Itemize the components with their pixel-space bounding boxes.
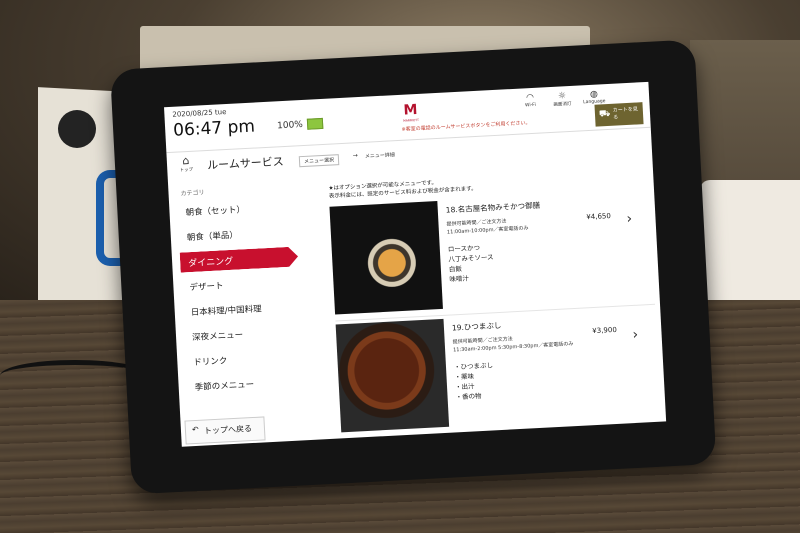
cart-label: カートを見る [612,106,638,121]
content-line: 味噌汁 [449,274,470,284]
category-drinks[interactable]: ドリンク [193,354,227,368]
category-seasonal[interactable]: 季節のメニュー [194,378,254,393]
menu-item-contents: ロースかつ 八丁みそソース 白飯 味噌汁 [448,242,495,284]
tablet-screen: 2020/08/25 tue 06:47 pm 100% M MARRIOTT … [164,81,667,447]
battery-icon [306,117,324,130]
back-to-top-button[interactable]: ↶ トップへ戻る [184,416,266,445]
view-cart-button[interactable]: ⛟ カートを見る [594,102,644,127]
screen-off-label: 画面消灯 [553,101,572,108]
chevron-right-icon: › [632,326,639,344]
menu-item-name: 18.名古屋名物みそかつ御膳 [445,200,541,215]
breadcrumb-menu-detail: メニュー詳細 [364,152,396,160]
menu-item-name: 19.ひつまぶし [451,320,502,333]
home-button[interactable]: ⌂ トップ [175,154,198,179]
home-icon: ⌂ [182,153,190,168]
category-dining[interactable]: ダイニング [180,246,299,272]
menu-item-price: ¥3,900 [592,325,618,336]
back-to-top-label: トップへ戻る [203,424,253,436]
language-button[interactable]: ◍ Language [580,89,609,106]
wifi-label: Wi-Fi [524,102,536,109]
breadcrumb-arrow-icon: → [352,152,359,160]
menu-item-hitsumabushi[interactable]: 19.ひつまぶし 提供可能時間／ご注文方法 11:30am-2:00pm 5:3… [335,304,661,439]
home-label: トップ [179,167,194,174]
brand-logo-name: MARRIOTT [403,117,419,123]
menu-item-misokatsu[interactable]: 18.名古屋名物みそかつ御膳 提供可能時間／ご注文方法 11:00am-10:0… [329,185,656,322]
top-header: 2020/08/25 tue 06:47 pm 100% M MARRIOTT … [164,81,651,154]
brightness-icon: ☼ [557,91,567,102]
chevron-right-icon: › [626,210,633,228]
wifi-button[interactable]: ◠ Wi-Fi [516,92,545,108]
brand-logo-mark: M [403,101,418,119]
date-label: 2020/08/25 tue [172,107,227,119]
menu-item-price: ¥4,650 [586,211,612,222]
category-late-night[interactable]: 深夜メニュー [192,328,243,343]
clock-time: 06:47 pm [172,116,256,141]
hitsumabushi-photo [335,318,450,433]
misokatsu-photo [329,201,443,315]
category-japanese-chinese[interactable]: 日本料理/中国料理 [190,302,262,318]
category-dessert[interactable]: デザート [189,279,223,293]
menu-item-contents: ・ひつまぶし ・薬味 ・出汁 ・香の物 [454,360,495,402]
category-breakfast-single[interactable]: 朝食（単品） [187,229,238,244]
category-sidebar: カテゴリ 朝食（セット） 朝食（単品） ダイニング デザート 日本料理/中国料理… [168,175,332,446]
breadcrumb-menu-select[interactable]: メニュー選択 [298,154,340,168]
back-arrow-icon: ↶ [191,424,199,435]
cart-icon: ⛟ [598,108,611,120]
battery-percent: 100% [276,119,304,132]
category-heading: カテゴリ [180,189,205,198]
category-dining-label: ダイニング [188,256,234,270]
tablet-device: 2020/08/25 tue 06:47 pm 100% M MARRIOTT … [110,39,717,495]
card-emblem [58,110,96,148]
page-title: ルームサービス [206,155,285,173]
screen-off-button[interactable]: ☼ 画面消灯 [548,91,577,108]
content-line: ・香の物 [455,392,482,402]
category-breakfast-set[interactable]: 朝食（セット） [185,203,245,218]
